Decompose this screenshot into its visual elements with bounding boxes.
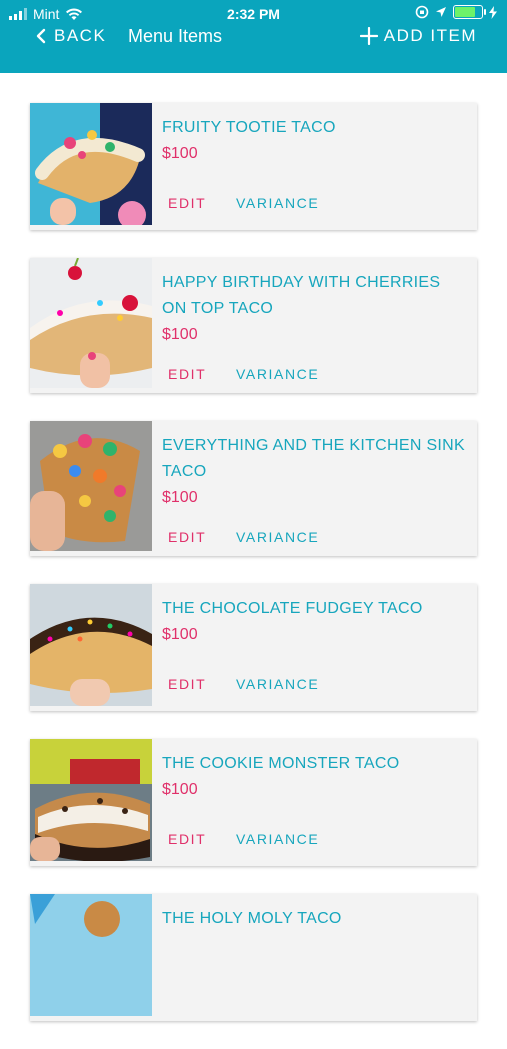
app-header: Mint 2:32 PM BACK Menu Items ADD ITEM [0,0,507,73]
menu-item-image [30,103,152,230]
add-item-label: ADD ITEM [383,26,477,45]
edit-button[interactable]: EDIT [162,195,236,211]
menu-item-name: THE HOLY MOLY TACO [162,910,342,927]
variance-button[interactable]: VARIANCE [236,366,319,382]
variance-button[interactable]: VARIANCE [236,529,319,545]
menu-item-card: EVERYTHING AND THE KITCHEN SINK TACO $10… [30,421,477,556]
menu-item-price: $100 [162,145,198,162]
menu-item-card: HAPPY BIRTHDAY WITH CHERRIES ON TOP TACO… [30,258,477,393]
menu-item-price: $100 [162,626,198,643]
menu-item-name: HAPPY BIRTHDAY WITH CHERRIES ON TOP TACO [162,274,441,317]
navigation-bar: BACK Menu Items ADD ITEM [0,24,507,54]
menu-item-name: FRUITY TOOTIE TACO [162,119,336,136]
menu-item-price: $100 [162,781,198,798]
back-button[interactable]: BACK [36,26,106,46]
menu-item-name: EVERYTHING AND THE KITCHEN SINK TACO [162,437,465,480]
plus-icon [359,27,378,45]
rotation-lock-icon [415,5,429,19]
menu-item-list: FRUITY TOOTIE TACO $100 EDIT VARIANCE HA… [30,103,477,1049]
menu-item-price: $100 [162,489,198,506]
add-item-button[interactable]: ADD ITEM [359,26,477,46]
variance-button[interactable]: VARIANCE [236,831,319,847]
variance-button[interactable]: VARIANCE [236,195,319,211]
menu-item-card: THE COOKIE MONSTER TACO $100 EDIT VARIAN… [30,739,477,866]
menu-item-name: THE CHOCOLATE FUDGEY TACO [162,600,423,617]
location-icon [436,7,446,17]
menu-item-price: $100 [162,326,198,343]
menu-item-name: THE COOKIE MONSTER TACO [162,755,400,772]
menu-item-card: THE HOLY MOLY TACO [30,894,477,1021]
menu-item-card: THE CHOCOLATE FUDGEY TACO $100 EDIT VARI… [30,584,477,711]
edit-button[interactable]: EDIT [162,366,236,382]
battery-icon [453,5,486,19]
edit-button[interactable]: EDIT [162,529,236,545]
back-label: BACK [54,26,107,45]
menu-item-image [30,584,152,711]
menu-item-image [30,258,152,393]
menu-item-image [30,739,152,866]
menu-item-card: FRUITY TOOTIE TACO $100 EDIT VARIANCE [30,103,477,230]
variance-button[interactable]: VARIANCE [236,676,319,692]
menu-item-image [30,894,152,1021]
charging-icon [489,5,497,19]
edit-button[interactable]: EDIT [162,676,236,692]
chevron-left-icon [36,28,46,44]
menu-item-image [30,421,152,556]
page-title: Menu Items [128,26,223,46]
edit-button[interactable]: EDIT [162,831,236,847]
